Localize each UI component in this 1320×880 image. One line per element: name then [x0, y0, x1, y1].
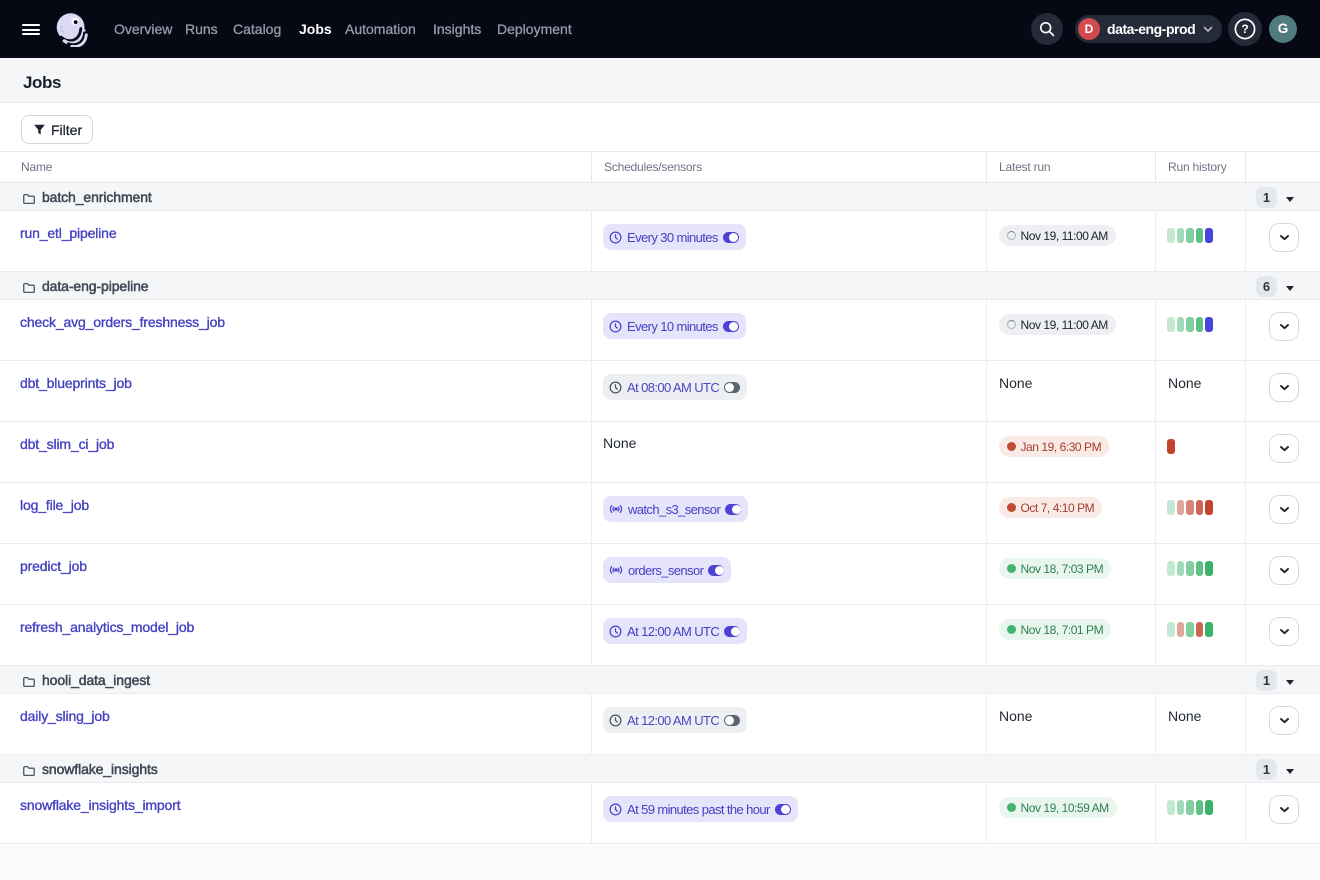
svg-text:?: ?	[1241, 22, 1248, 36]
